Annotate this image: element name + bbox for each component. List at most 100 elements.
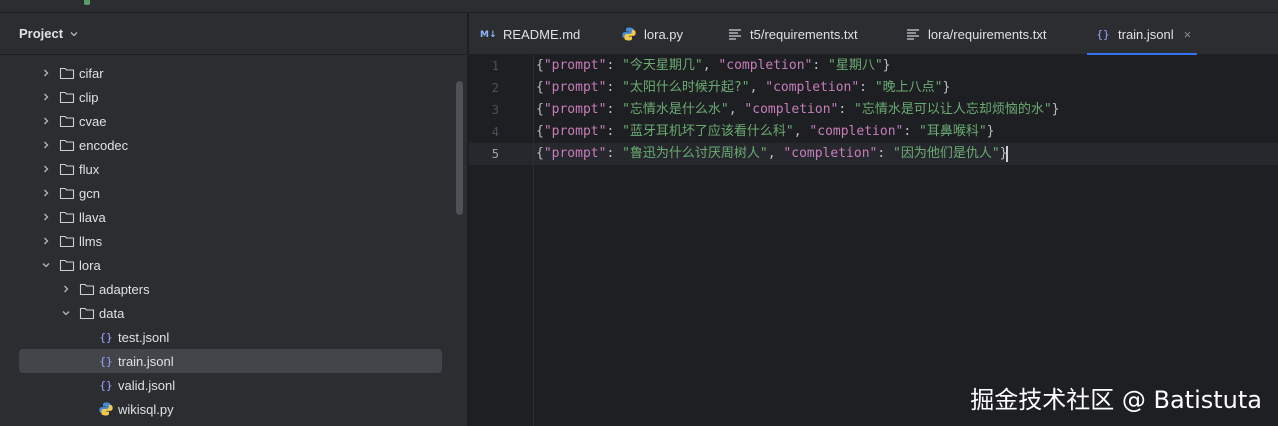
project-title: Project bbox=[19, 26, 64, 41]
project-header[interactable]: Project bbox=[0, 13, 467, 55]
json-punctuation: } bbox=[1051, 102, 1060, 117]
tree-item[interactable]: {} valid.jsonl bbox=[0, 373, 460, 397]
json-punctuation: { bbox=[536, 102, 544, 117]
chevron-right-icon[interactable] bbox=[61, 284, 71, 294]
tree-item-label: llava bbox=[79, 209, 106, 225]
tab-readme-md[interactable]: M↓ README.md bbox=[480, 13, 580, 55]
svg-text:{}: {} bbox=[1096, 28, 1109, 41]
folder-icon bbox=[79, 307, 95, 320]
folder-icon bbox=[59, 67, 75, 80]
tree-item[interactable]: cvae bbox=[0, 109, 460, 133]
json-punctuation: , bbox=[749, 80, 766, 95]
tab-label: lora.py bbox=[644, 26, 684, 42]
tree-item[interactable]: {} train.jsonl bbox=[0, 349, 460, 373]
chevron-right-icon[interactable] bbox=[41, 140, 51, 150]
json-key: "prompt" bbox=[543, 102, 607, 117]
json-punctuation: , bbox=[728, 102, 745, 117]
chevron-right-icon[interactable] bbox=[41, 164, 51, 174]
tab-lora-requirements-txt[interactable]: lora/requirements.txt bbox=[905, 13, 1047, 55]
tree-item-label: wikisql.py bbox=[118, 401, 174, 417]
chevron-down-icon[interactable] bbox=[41, 260, 51, 270]
svg-text:{}: {} bbox=[99, 379, 112, 392]
chevron-right-icon[interactable] bbox=[41, 188, 51, 198]
json-key: "completion" bbox=[809, 124, 904, 139]
json-key: "completion" bbox=[783, 146, 878, 161]
json-punctuation: { bbox=[536, 80, 544, 95]
tree-item[interactable]: clip bbox=[0, 85, 460, 109]
tree-item-label: train.jsonl bbox=[118, 353, 174, 369]
tree-item[interactable]: data bbox=[0, 301, 460, 325]
selection-highlight bbox=[19, 349, 442, 373]
project-scrollbar[interactable] bbox=[456, 81, 463, 215]
tree-item-label: adapters bbox=[99, 281, 150, 297]
line-number: 1 bbox=[491, 59, 499, 73]
folder-icon bbox=[59, 187, 75, 200]
json-string: "忘情水是可以让人忘却烦恼的水" bbox=[854, 102, 1052, 117]
tree-item-label: test.jsonl bbox=[118, 329, 170, 345]
json-punctuation: : bbox=[838, 102, 854, 117]
tree-item-label: cvae bbox=[79, 113, 107, 129]
tab-t5-requirements-txt[interactable]: t5/requirements.txt bbox=[727, 13, 858, 55]
tab-label: t5/requirements.txt bbox=[750, 26, 858, 42]
json-string: "忘情水是什么水" bbox=[622, 102, 729, 117]
markdown-icon: M↓ bbox=[480, 30, 496, 40]
line-number: 3 bbox=[491, 103, 499, 117]
folder-icon bbox=[59, 163, 75, 176]
code-line[interactable]: {"prompt": "鲁迅为什么讨厌周树人", "completion": "… bbox=[536, 143, 1009, 165]
code-editor[interactable]: 1 2 3 4 5 {"prompt": "今天星期几", "completion": … bbox=[469, 55, 1278, 426]
json-string: "太阳什么时候升起?" bbox=[622, 80, 750, 95]
tree-item-label: gcn bbox=[79, 185, 100, 201]
folder-icon bbox=[59, 235, 75, 248]
tab-lora-py[interactable]: lora.py bbox=[621, 13, 683, 55]
json-punctuation: } bbox=[942, 80, 951, 95]
json-string: "晚上八点" bbox=[874, 80, 943, 95]
code-line[interactable]: {"prompt": "太阳什么时候升起?", "completion": "晚… bbox=[536, 77, 950, 99]
tree-item[interactable]: lora bbox=[0, 253, 460, 277]
text-file-icon bbox=[907, 29, 919, 40]
json-string: "蓝牙耳机坏了应该看什么科" bbox=[622, 124, 794, 139]
chevron-right-icon[interactable] bbox=[41, 68, 51, 78]
chevron-right-icon[interactable] bbox=[41, 92, 51, 102]
json-punctuation: : bbox=[606, 124, 623, 139]
tree-item[interactable]: gcn bbox=[0, 181, 460, 205]
tree-item-label: encodec bbox=[79, 137, 129, 153]
json-punctuation: : bbox=[606, 58, 623, 73]
chevron-down-icon[interactable] bbox=[69, 29, 79, 39]
json-punctuation: } bbox=[986, 124, 995, 139]
code-line[interactable]: {"prompt": "蓝牙耳机坏了应该看什么科", "completion":… bbox=[536, 121, 994, 143]
code-line[interactable]: {"prompt": "今天星期几", "completion": "星期八"} bbox=[536, 55, 890, 77]
tree-item[interactable]: flux bbox=[0, 157, 460, 181]
tree-item[interactable]: wikisql.py bbox=[0, 397, 460, 421]
json-punctuation: { bbox=[536, 146, 544, 161]
line-number-gutter: 1 2 3 4 5 bbox=[469, 55, 533, 426]
line-number: 4 bbox=[491, 125, 499, 139]
python-icon bbox=[622, 27, 636, 41]
json-punctuation: } bbox=[882, 58, 891, 73]
json-punctuation: : bbox=[903, 124, 919, 139]
tree-item[interactable]: llms bbox=[0, 229, 460, 253]
json-file-icon: {} bbox=[99, 379, 112, 392]
chevron-right-icon[interactable] bbox=[41, 236, 51, 246]
project-panel: Project cifar clip cvae encodec flux gcn llava… bbox=[0, 13, 468, 426]
folder-icon bbox=[79, 283, 95, 296]
json-punctuation: , bbox=[702, 58, 719, 73]
tree-item[interactable]: {} test.jsonl bbox=[0, 325, 460, 349]
status-indicator bbox=[84, 0, 90, 5]
folder-icon bbox=[59, 259, 75, 272]
json-punctuation: : bbox=[812, 58, 828, 73]
watermark: 掘金技术社区 @ Batistuta bbox=[970, 386, 1262, 414]
tab-train-jsonl[interactable]: {} train.jsonl × bbox=[1087, 13, 1198, 55]
chevron-right-icon[interactable] bbox=[41, 116, 51, 126]
json-string: "星期八" bbox=[828, 58, 883, 73]
tree-item-label: valid.jsonl bbox=[118, 377, 176, 393]
json-punctuation: : bbox=[859, 80, 875, 95]
tree-item[interactable]: adapters bbox=[0, 277, 460, 301]
code-line[interactable]: {"prompt": "忘情水是什么水", "completion": "忘情水… bbox=[536, 99, 1059, 121]
tree-item[interactable]: encodec bbox=[0, 133, 460, 157]
chevron-down-icon[interactable] bbox=[61, 308, 71, 318]
tree-item[interactable]: cifar bbox=[0, 61, 460, 85]
json-key: "completion" bbox=[765, 80, 860, 95]
tree-item[interactable]: llava bbox=[0, 205, 460, 229]
close-icon[interactable]: × bbox=[1184, 27, 1192, 42]
chevron-right-icon[interactable] bbox=[41, 212, 51, 222]
